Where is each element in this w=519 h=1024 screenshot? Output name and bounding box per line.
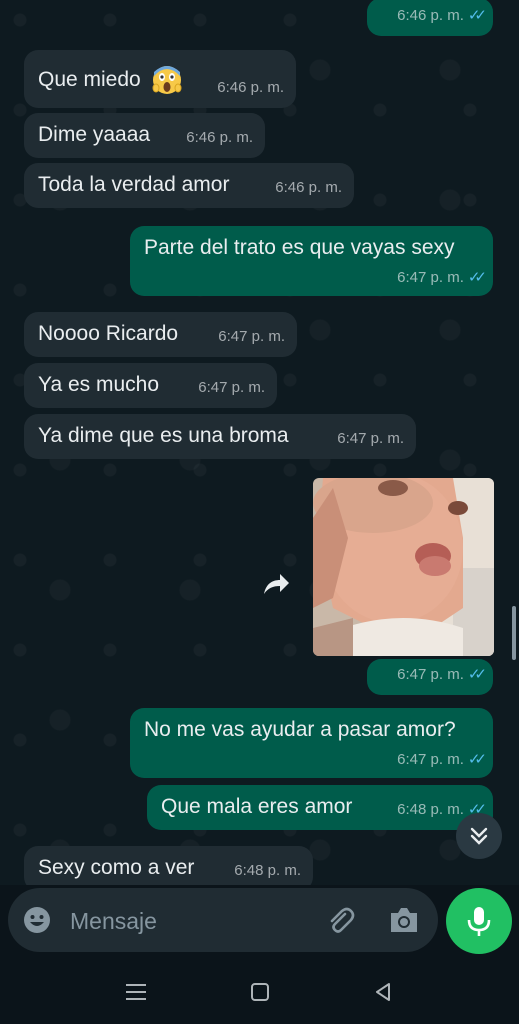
message-bubble[interactable]: Ya es mucho 6:47 p. m. [24, 363, 277, 408]
image-message[interactable] [313, 478, 494, 656]
message-time: 6:46 p. m. ✓✓ [397, 7, 487, 24]
message-text: Ya dime que es una broma [38, 424, 289, 447]
message-text: Toda la verdad amor [38, 173, 230, 196]
message-time: 6:46 p. m. [275, 179, 342, 196]
message-text: Que miedo [38, 67, 141, 91]
message-bubble[interactable]: 6:47 p. m. ✓✓ [367, 659, 493, 695]
message-text: Parte del trato es que vayas sexy [144, 236, 455, 259]
message-text: No me vas ayudar a pasar amor? [144, 718, 456, 741]
scream-emoji [152, 66, 182, 94]
message-bubble[interactable]: Que miedo 6:46 p. m. [24, 50, 296, 108]
double-chevron-down-icon [470, 827, 488, 845]
message-text: Ya es mucho [38, 373, 160, 396]
message-time: 6:47 p. m. ✓✓ [397, 666, 487, 683]
message-composer: Mensaje [8, 888, 438, 952]
child-photo [313, 478, 494, 656]
message-bubble[interactable]: Dime yaaaa 6:46 p. m. [24, 113, 265, 158]
message-text: Dime yaaaa [38, 123, 151, 146]
message-text: Noooo Ricardo [38, 322, 179, 345]
chat-area: 6:46 p. m. ✓✓ Que miedo 6:46 p. m. Dime y… [0, 0, 519, 885]
paperclip-icon[interactable] [324, 904, 356, 936]
message-time: 6:46 p. m. [217, 79, 284, 96]
message-bubble[interactable]: Ya dime que es una broma 6:47 p. m. [24, 414, 416, 459]
message-bubble[interactable]: Que mala eres amor 6:48 p. m. ✓✓ [147, 785, 493, 830]
message-bubble[interactable]: 6:46 p. m. ✓✓ [367, 0, 493, 36]
message-time: 6:46 p. m. [186, 129, 253, 146]
message-bubble[interactable]: Noooo Ricardo 6:47 p. m. [24, 312, 297, 357]
read-ticks-icon: ✓✓ [467, 269, 487, 286]
read-ticks-icon: ✓✓ [467, 751, 487, 768]
message-time: 6:47 p. m. [198, 379, 265, 396]
menu-icon[interactable] [124, 981, 148, 1003]
scrollbar[interactable] [512, 606, 516, 660]
message-bubble[interactable]: Sexy como a ver 6:48 p. m. [24, 846, 313, 885]
message-time: 6:47 p. m. ✓✓ [397, 269, 487, 286]
emoji-icon[interactable] [22, 905, 52, 935]
message-input[interactable]: Mensaje [70, 908, 157, 935]
message-time: 6:47 p. m. [218, 328, 285, 345]
message-time: 6:48 p. m. [234, 862, 301, 879]
system-nav-bar [0, 962, 519, 1024]
message-text: Sexy como a ver [38, 856, 195, 879]
home-icon[interactable] [249, 981, 271, 1003]
message-time: 6:47 p. m. ✓✓ [397, 751, 487, 768]
message-bubble[interactable]: Toda la verdad amor 6:46 p. m. [24, 163, 354, 208]
read-ticks-icon: ✓✓ [467, 666, 487, 683]
camera-icon[interactable] [388, 905, 420, 935]
mic-icon [467, 907, 491, 936]
read-ticks-icon: ✓✓ [467, 7, 487, 24]
back-icon[interactable] [372, 981, 394, 1003]
voice-record-button[interactable] [446, 888, 512, 954]
message-time: 6:47 p. m. [337, 430, 404, 447]
message-bubble[interactable]: No me vas ayudar a pasar amor? 6:47 p. m… [130, 708, 493, 778]
scroll-to-bottom-button[interactable] [456, 813, 502, 859]
forward-icon[interactable] [258, 568, 292, 602]
message-text: Que mala eres amor [161, 795, 353, 818]
message-bubble[interactable]: Parte del trato es que vayas sexy 6:47 p… [130, 226, 493, 296]
